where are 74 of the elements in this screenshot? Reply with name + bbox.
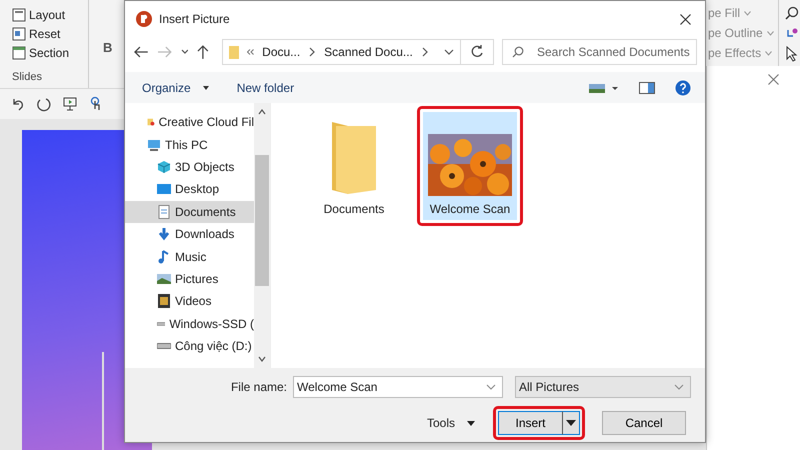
scroll-up-icon[interactable]	[258, 109, 266, 115]
reset-button[interactable]: Reset	[29, 27, 60, 41]
app-icon	[135, 10, 153, 28]
desktop-icon	[157, 182, 171, 196]
nav-item[interactable]: Documents	[125, 200, 254, 223]
download-icon	[157, 227, 171, 242]
help-icon[interactable]	[675, 80, 691, 96]
music-icon	[157, 250, 171, 264]
nav-item[interactable]: Creative Cloud Fil	[125, 111, 254, 134]
group-label: Slides	[12, 71, 43, 83]
file-type-dropdown[interactable]: All Pictures	[515, 376, 691, 398]
overflow-chevron-icon[interactable]	[247, 49, 254, 55]
cancel-button[interactable]: Cancel	[602, 411, 686, 435]
nav-item[interactable]: Pictures	[125, 268, 254, 290]
breadcrumb-item[interactable]: Scanned Docu...	[324, 45, 413, 59]
up-arrow-icon[interactable]	[196, 44, 210, 60]
section-button[interactable]: Section	[29, 46, 70, 60]
bold-button[interactable]: B	[103, 40, 112, 55]
slide-layout-icon	[12, 8, 26, 22]
caret-icon	[566, 420, 576, 426]
scroll-down-icon[interactable]	[258, 356, 266, 362]
close-icon[interactable]	[680, 14, 691, 24]
scrollbar[interactable]	[254, 103, 270, 368]
nav-item[interactable]: Music	[125, 245, 254, 268]
tools-menu[interactable]: Tools	[426, 416, 475, 430]
file-item[interactable]: Documents	[307, 112, 401, 220]
section-icon	[12, 46, 26, 60]
nav-item[interactable]: Windows-SSD (	[125, 312, 254, 335]
nav-item[interactable]: Công việc (D:)	[125, 334, 254, 358]
pc-icon	[147, 138, 161, 152]
chevron-down-icon[interactable]	[444, 48, 454, 56]
breadcrumb-item[interactable]: Docu...	[262, 45, 300, 59]
refresh-icon	[470, 45, 484, 59]
preview-pane-icon[interactable]	[639, 82, 655, 94]
cursor-icon[interactable]	[785, 46, 799, 62]
docs-icon	[157, 204, 171, 219]
drive-icon	[157, 343, 171, 350]
nav-item[interactable]: Desktop	[125, 178, 254, 201]
videos-icon	[157, 294, 171, 308]
address-bar[interactable]: Docu... Scanned Docu...	[222, 39, 461, 65]
folder-icon	[330, 120, 378, 196]
chevron-down-icon[interactable]	[486, 383, 496, 391]
layout-button[interactable]: Layout	[29, 8, 66, 22]
nav-item[interactable]: Videos	[125, 290, 254, 313]
chevron-right-icon[interactable]	[420, 47, 429, 57]
redo-icon[interactable]	[36, 96, 52, 112]
caret-icon	[467, 421, 475, 426]
chevron-down-icon[interactable]	[180, 48, 188, 56]
view-options-icon[interactable]	[589, 82, 619, 94]
caret-icon	[202, 86, 209, 90]
file-name-label: File name:	[230, 380, 287, 394]
search-icon[interactable]	[785, 6, 799, 20]
nav-item[interactable]: 3D Objects	[125, 156, 254, 178]
search-icon	[512, 46, 524, 58]
search-field[interactable]: Search Scanned Documents	[502, 39, 697, 65]
file-item[interactable]: Welcome Scan	[423, 112, 517, 220]
refresh-button[interactable]	[460, 39, 494, 65]
chevron-right-icon[interactable]	[308, 47, 316, 57]
new-folder-button[interactable]: New folder	[236, 80, 294, 94]
dropdown-arrow-button[interactable]	[562, 411, 580, 435]
file-name-field[interactable]: Welcome Scan	[293, 376, 503, 398]
drive-icon	[157, 320, 166, 327]
organize-menu[interactable]: Organize	[142, 80, 209, 94]
folder-icon	[229, 45, 240, 59]
presentation-icon[interactable]	[62, 96, 78, 112]
insert-button[interactable]: Insert	[498, 411, 562, 435]
nav-item[interactable]: Downloads	[125, 222, 254, 246]
window-title: Insert Picture	[159, 12, 231, 26]
back-arrow-icon[interactable]	[133, 45, 149, 59]
nav-item[interactable]: This PC	[125, 133, 254, 156]
pictures-icon	[157, 272, 171, 286]
chevron-down-icon	[674, 383, 684, 391]
cube-icon	[157, 160, 171, 174]
slide-layout-icon	[12, 27, 26, 41]
